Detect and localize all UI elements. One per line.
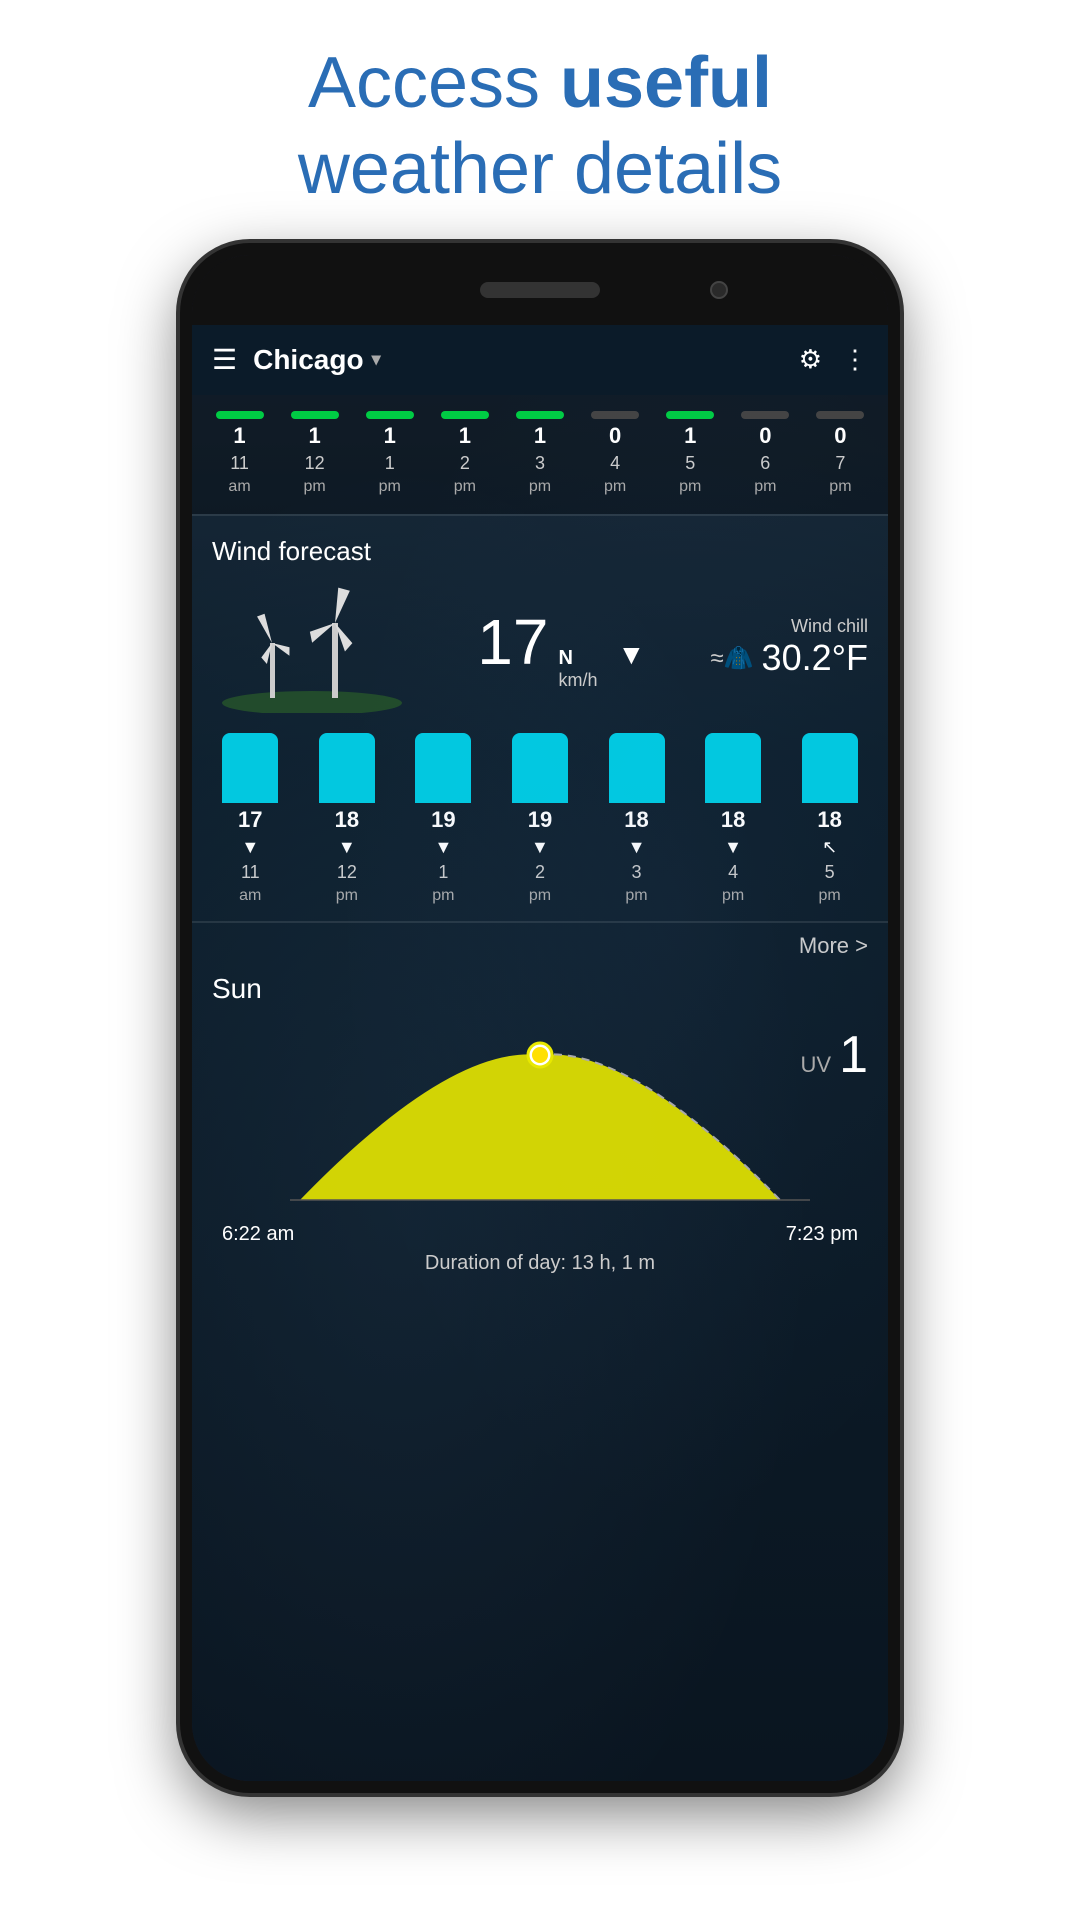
sun-section: Sun UV 1 — [192, 963, 888, 1301]
wind-chill-temp: 30.2°F — [762, 637, 868, 679]
wind-bar-rect — [705, 733, 761, 803]
wind-chill-row: ≈🧥 30.2°F — [710, 637, 868, 679]
wind-bar-rect — [802, 733, 858, 803]
uv-label: UV — [801, 1052, 832, 1078]
sunrise-time: 6:22 am — [222, 1223, 294, 1246]
side-button-left — [180, 455, 188, 515]
wind-chill-label: Wind chill — [710, 616, 868, 637]
page-header: Access useful weather details — [298, 40, 782, 213]
sun-arc-svg — [250, 1025, 830, 1215]
sun-title: Sun — [212, 973, 868, 1005]
wind-turbines-illustration — [212, 583, 412, 713]
wind-section: Wind forecast — [192, 516, 888, 723]
city-name: Chicago — [253, 344, 363, 376]
more-options-icon[interactable]: ⋮ — [842, 344, 868, 375]
wind-bar-rect — [415, 733, 471, 803]
sun-duration: Duration of day: 13 h, 1 m — [212, 1246, 868, 1281]
phone-top-bar — [192, 255, 888, 325]
phone-shell: ☰ Chicago ▾ ⚙ ⋮ 1 11 am 1 12 pm — [180, 243, 900, 1793]
sun-arc-container: UV 1 — [212, 1015, 868, 1215]
sun-times: 6:22 am 7:23 pm — [212, 1223, 868, 1246]
uv-badge: UV 1 — [801, 1025, 868, 1085]
toolbar-right: ⚙ ⋮ — [799, 344, 868, 375]
wind-main: 17 N km/h ▼ Wind chill ≈🧥 30.2°F — [212, 583, 868, 713]
city-dropdown-arrow: ▾ — [372, 349, 381, 370]
phone-speaker — [480, 282, 600, 298]
wind-bar-rect — [609, 733, 665, 803]
sunset-time: 7:23 pm — [786, 1223, 858, 1246]
wind-unit: km/h — [558, 670, 597, 691]
wind-chill-box: Wind chill ≈🧥 30.2°F — [710, 616, 868, 679]
settings-icon[interactable]: ⚙ — [799, 344, 822, 375]
header-line1: Access useful — [308, 43, 772, 123]
wind-speed-value: 17 — [477, 605, 548, 679]
app-toolbar: ☰ Chicago ▾ ⚙ ⋮ — [192, 325, 888, 395]
wind-title: Wind forecast — [212, 536, 868, 567]
side-button-right — [892, 535, 900, 635]
app-screen: ☰ Chicago ▾ ⚙ ⋮ 1 11 am 1 12 pm — [192, 325, 888, 1781]
wind-bar-rect — [319, 733, 375, 803]
wind-speed-display: 17 N km/h ▼ — [477, 605, 645, 691]
phone-camera — [710, 281, 728, 299]
wind-chill-icon: ≈🧥 — [710, 644, 753, 673]
menu-icon[interactable]: ☰ — [212, 343, 237, 376]
city-selector[interactable]: Chicago ▾ — [253, 344, 381, 376]
wind-bar-rect — [222, 733, 278, 803]
uv-value: 1 — [839, 1025, 868, 1085]
wind-arrow: ▼ — [617, 639, 645, 671]
wind-direction: N — [558, 647, 572, 670]
wind-bar-rect — [512, 733, 568, 803]
